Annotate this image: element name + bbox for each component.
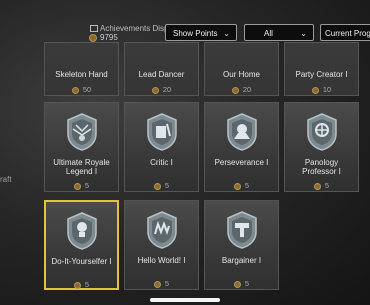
achievement-card[interactable]: Party Creator I 10 — [284, 42, 359, 96]
coin-icon — [151, 86, 159, 94]
shield-badge-icon — [146, 211, 177, 249]
category-dropdown[interactable]: All ⌄ — [244, 24, 314, 41]
coin-icon — [89, 33, 97, 42]
achievement-points: 5 — [285, 181, 358, 190]
achievement-name: Party Creator I — [295, 70, 348, 79]
shield-badge-icon — [66, 212, 97, 250]
show-points-dropdown[interactable]: Show Points ⌄ — [165, 24, 237, 41]
coin-icon — [153, 280, 161, 288]
achievement-points: 20 — [125, 85, 198, 94]
achievement-card[interactable]: Perseverance I 5 — [204, 102, 279, 192]
achievement-card[interactable]: Bargainer I 5 — [204, 200, 279, 290]
achievement-card[interactable]: Skeleton Hand 50 — [44, 42, 119, 96]
achievement-name: Critic I — [150, 158, 173, 167]
side-menu-label: raft — [0, 175, 12, 184]
shield-badge-icon — [66, 113, 97, 151]
shield-badge-icon — [146, 113, 177, 151]
achievement-card[interactable]: Panology Professor I 5 — [284, 102, 359, 192]
achievement-card[interactable]: Our Home 20 — [204, 42, 279, 96]
achievement-name: Skeleton Hand — [55, 70, 108, 79]
coin-icon — [233, 182, 241, 190]
coin-icon — [73, 281, 81, 289]
achievement-points: 5 — [125, 181, 198, 190]
achievement-points: 5 — [45, 181, 118, 190]
top-bar: Achievements Display: 440/500 9795 Show … — [0, 0, 370, 44]
achievement-points: 5 — [46, 280, 117, 289]
coin-icon — [71, 86, 79, 94]
achievement-points: 10 — [285, 85, 358, 94]
achievement-name: Perseverance I — [214, 158, 269, 167]
coin-icon — [233, 280, 241, 288]
achievement-name: Hello World! I — [137, 256, 186, 265]
achievement-card-selected[interactable]: Do-It-Yourselfer I 5 — [44, 200, 119, 290]
home-indicator — [150, 298, 220, 302]
achievement-name: Panology Professor I — [302, 158, 341, 176]
chevron-down-icon: ⌄ — [223, 29, 230, 38]
shield-badge-icon — [226, 113, 257, 151]
achievement-card[interactable]: Hello World! I 5 — [124, 200, 199, 290]
chevron-down-icon: ⌄ — [300, 29, 307, 38]
achievement-card[interactable]: Ultimate Royale Legend I 5 — [44, 102, 119, 192]
achievement-points: 5 — [205, 279, 278, 288]
achievement-points: 5 — [125, 279, 198, 288]
achievement-card[interactable]: Lead Dancer 20 — [124, 42, 199, 96]
achievement-name: Our Home — [223, 70, 260, 79]
coin-icon — [231, 86, 239, 94]
achievement-points: 9795 — [89, 33, 118, 42]
shield-badge-icon — [226, 211, 257, 249]
achievement-name: Ultimate Royale Legend I — [53, 158, 110, 176]
coin-icon — [153, 182, 161, 190]
achievement-card[interactable]: Critic I 5 — [124, 102, 199, 192]
coin-icon — [73, 182, 81, 190]
coin-icon — [311, 86, 319, 94]
achievement-name: Bargainer I — [221, 256, 262, 265]
sort-dropdown[interactable]: Current Progress — [320, 24, 370, 41]
achievement-name: Lead Dancer — [138, 70, 185, 79]
achievement-points: 5 — [205, 181, 278, 190]
achievement-name: Do-It-Yourselfer I — [51, 257, 112, 266]
list-icon — [90, 25, 98, 33]
achievement-points: 20 — [205, 85, 278, 94]
shield-badge-icon — [306, 113, 337, 151]
achievement-points: 50 — [45, 85, 118, 94]
coin-icon — [313, 182, 321, 190]
